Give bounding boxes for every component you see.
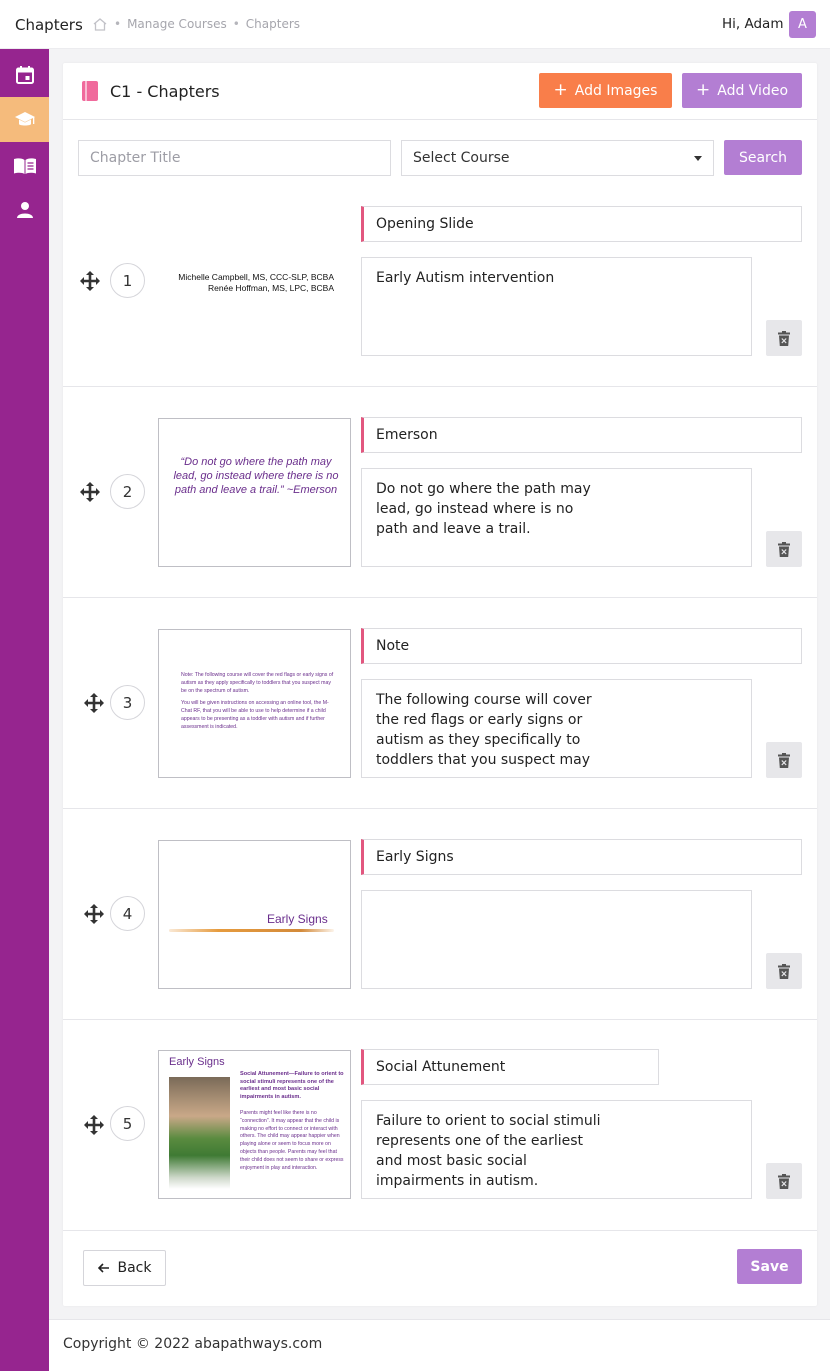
chapter-number: 4 <box>110 896 145 931</box>
sidebar-item-library[interactable] <box>0 143 49 188</box>
drag-handle-icon[interactable] <box>83 692 105 714</box>
user-greeting: Hi, Adam <box>722 16 784 32</box>
chapter-row: 1 Michelle Campbell, MS, CCC-SLP, BCBA R… <box>63 176 817 387</box>
add-video-button[interactable]: + Add Video <box>682 73 802 108</box>
app-title: Chapters <box>15 16 83 34</box>
arrow-left-icon <box>97 1263 109 1273</box>
chapter-title-field[interactable]: Opening Slide <box>361 206 802 242</box>
graduation-cap-icon <box>14 111 35 125</box>
thumbnail-photo <box>169 1077 230 1189</box>
thumbnail-brush-stroke <box>169 929 334 932</box>
chapter-title-input[interactable]: Chapter Title <box>78 140 391 176</box>
delete-chapter-button[interactable] <box>766 531 802 567</box>
back-button[interactable]: Back <box>83 1250 166 1286</box>
copyright-text: Copyright © 2022 abapathways.com <box>63 1336 323 1352</box>
chapter-title-field[interactable]: Emerson <box>361 417 802 453</box>
chapter-thumbnail[interactable]: Michelle Campbell, MS, CCC-SLP, BCBA Ren… <box>158 207 351 356</box>
thumbnail-text: Michelle Campbell, MS, CCC-SLP, BCBA Ren… <box>178 272 334 293</box>
chapter-title-field[interactable]: Early Signs <box>361 839 802 875</box>
breadcrumb: • Manage Courses • Chapters <box>92 17 300 31</box>
plus-icon: + <box>695 80 711 100</box>
chapter-description-field[interactable] <box>361 890 752 989</box>
thumbnail-text: Note: The following course will cover th… <box>181 672 334 730</box>
back-label: Back <box>117 1260 152 1276</box>
chapters-card: C1 - Chapters + Add Images + Add Video C… <box>63 63 817 1306</box>
drag-handle-icon[interactable] <box>83 903 105 925</box>
chapter-thumbnail[interactable]: Note: The following course will cover th… <box>158 629 351 778</box>
calendar-icon <box>15 65 34 84</box>
search-label: Search <box>738 149 788 166</box>
chapter-number: 1 <box>110 263 145 298</box>
sidebar-item-calendar[interactable] <box>0 52 49 97</box>
chapter-number: 5 <box>110 1106 145 1141</box>
drag-handle-icon[interactable] <box>83 1114 105 1136</box>
save-button[interactable]: Save <box>737 1249 802 1284</box>
page-title: C1 - Chapters <box>110 82 220 101</box>
sidebar-item-courses[interactable] <box>0 97 49 142</box>
chapter-row: 4 Early Signs Early Signs <box>63 809 817 1020</box>
chapter-title-field[interactable]: Note <box>361 628 802 664</box>
breadcrumb-separator: • <box>232 17 240 31</box>
sidebar-item-profile[interactable] <box>0 187 49 232</box>
chapter-title-field[interactable]: Social Attunement <box>361 1049 659 1085</box>
breadcrumb-separator: • <box>114 17 122 31</box>
chapter-description-field[interactable]: Early Autism intervention <box>361 257 752 356</box>
top-bar: Chapters • Manage Courses • Chapters Hi,… <box>0 0 830 49</box>
trash-icon <box>778 541 790 557</box>
avatar[interactable]: A <box>789 11 816 38</box>
thumbnail-text: Early Signs <box>267 912 328 926</box>
breadcrumb-chapters: Chapters <box>245 17 301 31</box>
drag-handle-icon[interactable] <box>79 270 101 292</box>
chapter-number: 3 <box>110 685 145 720</box>
chapter-number: 2 <box>110 474 145 509</box>
trash-icon <box>778 330 790 346</box>
add-images-button[interactable]: + Add Images <box>539 73 672 108</box>
chapter-description-field[interactable]: Failure to orient to social stimuli repr… <box>361 1100 752 1199</box>
delete-chapter-button[interactable] <box>766 742 802 778</box>
add-images-label: Add Images <box>574 82 658 99</box>
thumbnail-text: “Do not go where the path may lead, go i… <box>173 456 339 496</box>
delete-chapter-button[interactable] <box>766 1163 802 1199</box>
thumbnail-heading: Social Attunement—Failure to orient to s… <box>240 1071 344 1100</box>
trash-icon <box>778 752 790 768</box>
thumbnail-title: Early Signs <box>169 1056 225 1068</box>
chapter-row: 3 Note: The following course will cover … <box>63 598 817 809</box>
home-icon[interactable] <box>92 17 108 31</box>
chapter-row: 2 “Do not go where the path may lead, go… <box>63 387 817 598</box>
user-icon <box>16 201 33 218</box>
chapter-description-field[interactable]: The following course will cover the red … <box>361 679 752 778</box>
search-button[interactable]: Search <box>724 140 802 175</box>
delete-chapter-button[interactable] <box>766 953 802 989</box>
sidebar <box>0 49 49 1371</box>
drag-handle-icon[interactable] <box>79 481 101 503</box>
add-video-label: Add Video <box>717 82 789 99</box>
card-header: C1 - Chapters + Add Images + Add Video <box>63 63 817 120</box>
book-open-icon <box>13 157 36 174</box>
chapter-thumbnail[interactable]: “Do not go where the path may lead, go i… <box>158 418 351 567</box>
book-icon <box>82 81 98 101</box>
thumbnail-text: Parents might feel like there is no “con… <box>240 1110 344 1171</box>
breadcrumb-manage-courses[interactable]: Manage Courses <box>127 17 227 31</box>
chapter-row: 5 Early Signs Social Attunement—Failure … <box>63 1020 817 1231</box>
course-select[interactable]: Select Course <box>401 140 714 176</box>
save-label: Save <box>750 1258 789 1275</box>
trash-icon <box>778 1173 790 1189</box>
trash-icon <box>778 963 790 979</box>
caret-down-icon <box>694 155 702 161</box>
chapter-thumbnail[interactable]: Early Signs Social Attunement—Failure to… <box>158 1050 351 1199</box>
delete-chapter-button[interactable] <box>766 320 802 356</box>
chapter-title-placeholder: Chapter Title <box>90 150 181 166</box>
chapter-thumbnail[interactable]: Early Signs <box>158 840 351 989</box>
chapter-description-field[interactable]: Do not go where the path may lead, go in… <box>361 468 752 567</box>
course-select-value: Select Course <box>413 150 510 166</box>
plus-icon: + <box>553 80 568 100</box>
